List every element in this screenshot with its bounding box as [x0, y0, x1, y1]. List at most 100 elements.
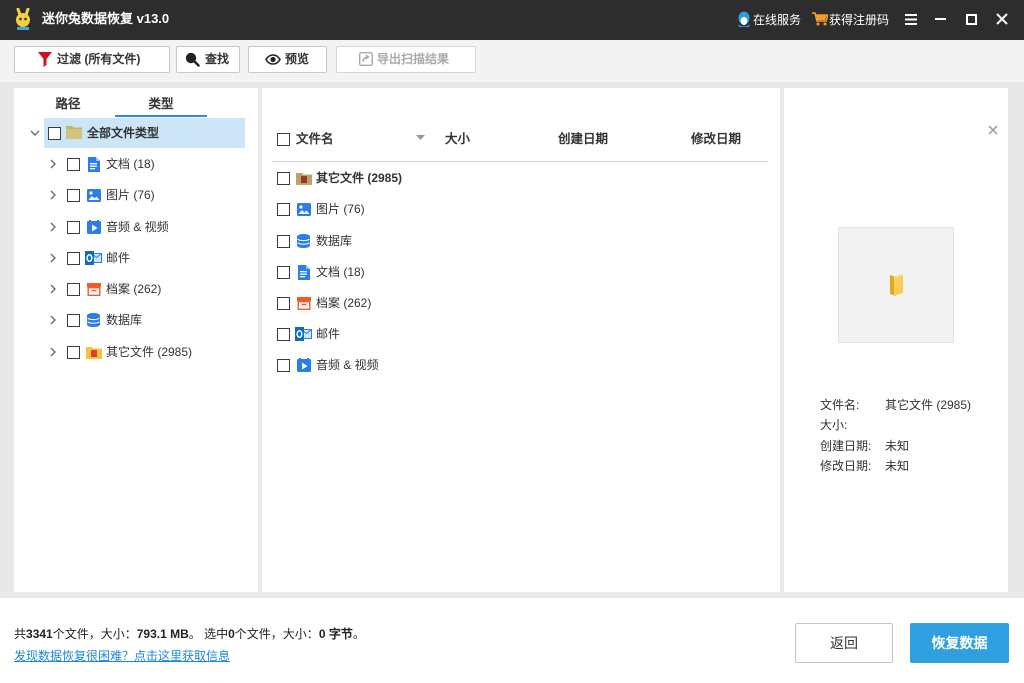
tree-item-documents[interactable]: 文档 (18) — [14, 149, 258, 179]
close-icon[interactable] — [988, 125, 998, 135]
tree-item-label: 音频 & 视频 — [106, 220, 169, 234]
chevron-right-icon[interactable] — [50, 222, 56, 232]
funnel-icon — [38, 52, 52, 67]
archive-icon — [85, 281, 102, 297]
chevron-right-icon[interactable] — [50, 159, 56, 169]
list-item[interactable]: 文档 (18) — [262, 257, 780, 287]
sort-down-icon[interactable] — [416, 135, 425, 140]
list-item-checkbox[interactable] — [277, 328, 290, 341]
tree-item-all-file-types[interactable]: 全部文件类型 — [14, 118, 258, 148]
preview-panel: 文件名: 其它文件 (2985) 大小: 创建日期: 未知 修改日期: 未知 — [784, 88, 1008, 592]
find-button[interactable]: 查找 — [176, 46, 240, 73]
other-files-icon — [295, 170, 312, 186]
list-item-checkbox[interactable] — [277, 235, 290, 248]
document-icon — [295, 264, 312, 280]
database-icon — [295, 233, 312, 249]
select-all-checkbox[interactable] — [277, 133, 290, 146]
folder-icon — [887, 272, 905, 298]
tree-item-other-files[interactable]: 其它文件 (2985) — [14, 337, 258, 367]
document-icon — [85, 156, 102, 172]
preview-label: 预览 — [285, 52, 310, 66]
chevron-right-icon[interactable] — [50, 347, 56, 357]
tree-item-checkbox[interactable] — [67, 346, 80, 359]
minimize-icon[interactable] — [935, 18, 946, 21]
menu-icon[interactable] — [905, 14, 917, 25]
info-created-date: 创建日期: 未知 — [820, 437, 1005, 455]
tab-type[interactable]: 类型 — [115, 92, 207, 116]
preview-button[interactable]: 预览 — [248, 46, 327, 73]
find-label: 查找 — [205, 52, 230, 66]
file-list-panel: 文件名 大小 创建日期 修改日期 其它文件 (2985) 图片 (76) 数据库 — [262, 88, 780, 592]
column-header-name[interactable]: 文件名 — [296, 124, 334, 154]
list-item-name: 音频 & 视频 — [316, 358, 379, 372]
chevron-right-icon[interactable] — [50, 190, 56, 200]
list-item-checkbox[interactable] — [277, 172, 290, 185]
list-item[interactable]: 音频 & 视频 — [262, 350, 780, 380]
recover-button[interactable]: 恢复数据 — [910, 623, 1009, 663]
help-link[interactable]: 发现数据恢复很困难？点击这里获取信息 — [14, 647, 230, 665]
list-item-name: 其它文件 (2985) — [316, 171, 403, 185]
list-item-name: 档案 (262) — [316, 296, 372, 310]
header-divider — [272, 161, 768, 162]
app-title: 迷你兔数据恢复 v13.0 — [42, 11, 170, 26]
tree-item-checkbox[interactable] — [67, 158, 80, 171]
chevron-right-icon[interactable] — [50, 284, 56, 294]
back-button[interactable]: 返回 — [795, 623, 893, 663]
filter-button[interactable]: 过滤 (所有文件) — [14, 46, 170, 73]
chevron-right-icon[interactable] — [50, 253, 56, 263]
close-icon[interactable] — [996, 13, 1008, 25]
column-header-size[interactable]: 大小 — [445, 124, 470, 154]
cart-icon[interactable] — [812, 12, 828, 26]
list-item[interactable]: 数据库 — [262, 226, 780, 256]
total-file-count: 3341 — [26, 627, 53, 641]
info-label: 修改日期: — [820, 459, 872, 473]
search-icon — [185, 52, 200, 67]
maximize-icon[interactable] — [966, 14, 977, 25]
list-item-checkbox[interactable] — [277, 266, 290, 279]
list-item-name: 文档 (18) — [316, 265, 365, 279]
summary-text: 。 — [352, 627, 365, 641]
image-icon — [295, 201, 312, 217]
get-registration-code-link[interactable]: 获得注册码 — [829, 11, 889, 29]
list-item[interactable]: 档案 (262) — [262, 288, 780, 318]
filter-label: 过滤 (所有文件) — [57, 52, 141, 66]
tree-item-checkbox[interactable] — [67, 252, 80, 265]
tree-item-audio-video[interactable]: 音频 & 视频 — [14, 212, 258, 242]
list-item[interactable]: 图片 (76) — [262, 194, 780, 224]
info-label: 文件名: — [820, 398, 860, 412]
tree-item-archives[interactable]: 档案 (262) — [14, 274, 258, 304]
summary-text: 个文件，大小： — [52, 627, 137, 641]
chevron-down-icon[interactable] — [30, 130, 40, 136]
list-item[interactable]: 其它文件 (2985) — [262, 163, 780, 193]
selected-file-count: 0 — [228, 627, 235, 641]
bottom-bar: 共3341个文件，大小：793.1 MB。 选中0个文件，大小：0 字节。 发现… — [0, 598, 1024, 683]
column-header-created[interactable]: 创建日期 — [558, 124, 608, 154]
qq-icon[interactable] — [737, 11, 751, 28]
list-item-checkbox[interactable] — [277, 359, 290, 372]
list-item[interactable]: 邮件 — [262, 319, 780, 349]
tree-item-checkbox[interactable] — [48, 127, 61, 140]
online-service-link[interactable]: 在线服务 — [753, 11, 801, 29]
tree-item-label: 全部文件类型 — [87, 126, 160, 140]
tree-item-checkbox[interactable] — [67, 189, 80, 202]
tree-item-mail[interactable]: 邮件 — [14, 243, 258, 273]
list-item-name: 邮件 — [316, 327, 341, 341]
column-header-modified[interactable]: 修改日期 — [691, 124, 741, 154]
export-icon — [359, 52, 373, 66]
tab-path[interactable]: 路径 — [22, 92, 114, 116]
list-item-checkbox[interactable] — [277, 203, 290, 216]
chevron-right-icon[interactable] — [50, 315, 56, 325]
mail-icon — [295, 326, 312, 342]
export-scan-results-button[interactable]: 导出扫描结果 — [336, 46, 476, 73]
tree-item-checkbox[interactable] — [67, 283, 80, 296]
tree-item-checkbox[interactable] — [67, 314, 80, 327]
summary-text: 共 — [14, 627, 27, 641]
tree-item-label: 档案 (262) — [106, 282, 162, 296]
video-icon — [85, 219, 102, 235]
info-size: 大小: — [820, 416, 1005, 434]
tree-item-checkbox[interactable] — [67, 221, 80, 234]
list-item-checkbox[interactable] — [277, 297, 290, 310]
tree-item-database[interactable]: 数据库 — [14, 305, 258, 335]
list-item-name: 数据库 — [316, 234, 353, 248]
tree-item-images[interactable]: 图片 (76) — [14, 180, 258, 210]
